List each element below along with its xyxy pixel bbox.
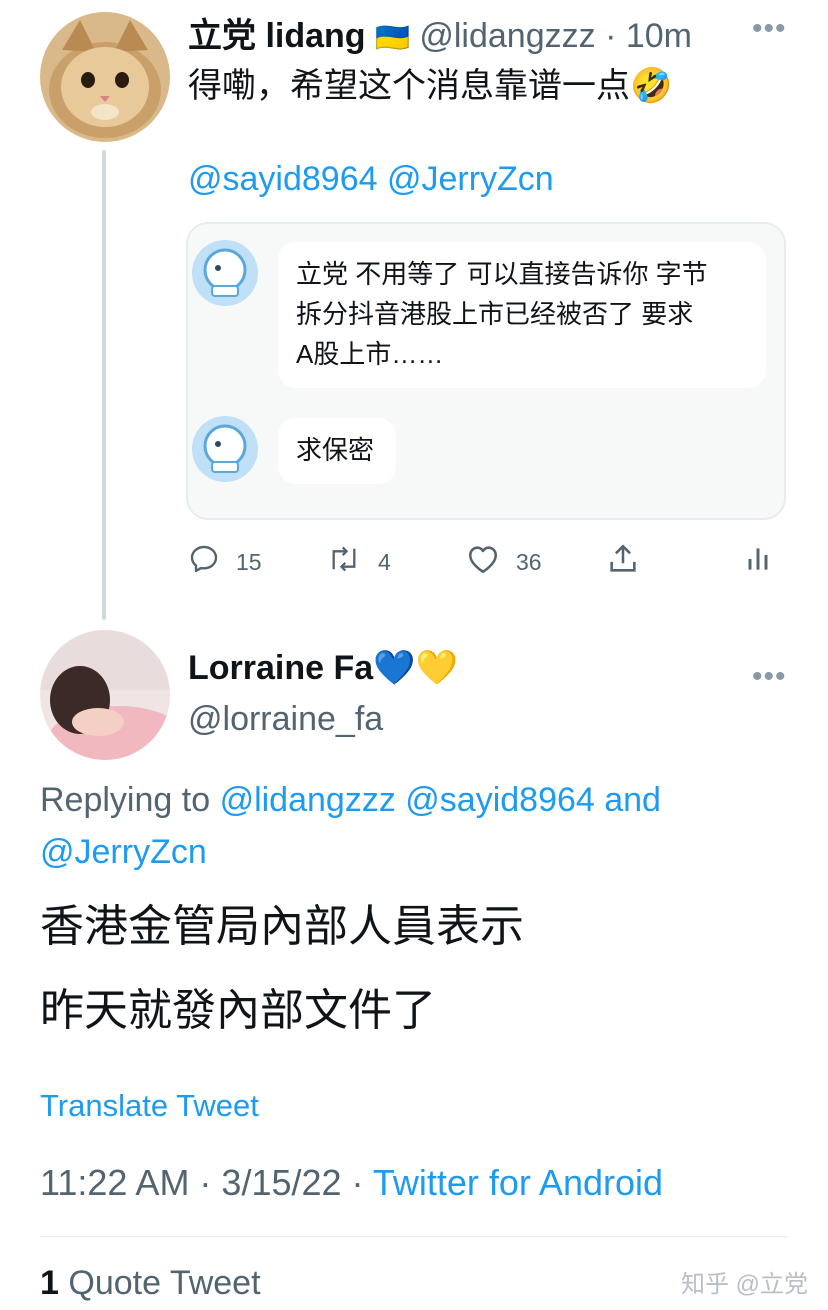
quote-label: Quote Tweet xyxy=(68,1264,261,1302)
replying-to: Replying to @lidangzzz @sayid8964 and @J… xyxy=(40,774,800,878)
author-handle[interactable]: @lorraine_fa xyxy=(188,700,383,739)
retweet-icon xyxy=(326,543,362,581)
quote-tweets-link[interactable]: 1 Quote Tweet xyxy=(40,1264,261,1303)
tweet-time: · 10m xyxy=(605,17,692,55)
author-name[interactable]: 立党 lidang xyxy=(188,17,366,55)
heart-icon xyxy=(466,543,500,581)
analytics-button[interactable] xyxy=(744,540,772,584)
retweet-button[interactable]: 4 xyxy=(326,540,391,584)
tweet2-text-line: 昨天就發內部文件了 xyxy=(40,986,436,1035)
dm-line: 拆分抖音港股上市已经被否了 要求 xyxy=(296,299,694,329)
reply-count: 15 xyxy=(236,548,262,575)
tweet2-text-line: 香港金管局內部人員表示 xyxy=(40,902,524,951)
watermark: 知乎 @立党 xyxy=(680,1271,808,1298)
like-button[interactable]: 36 xyxy=(466,540,542,584)
dm-avatar-icon xyxy=(192,240,258,306)
share-button[interactable] xyxy=(606,540,640,584)
more-options-icon[interactable]: ••• xyxy=(752,660,787,694)
reply-button[interactable]: 15 xyxy=(188,540,262,584)
dm-line: 求保密 xyxy=(296,435,375,465)
lidang-avatar[interactable] xyxy=(40,12,170,142)
more-options-icon[interactable]: ••• xyxy=(752,12,787,46)
like-count: 36 xyxy=(516,548,542,575)
author-handle[interactable]: @lidangzzz xyxy=(419,17,595,55)
reply-icon xyxy=(188,543,220,581)
tweet-meta: 11:22 AM · 3/15/22 · Twitter for Android xyxy=(40,1162,663,1204)
lorraine-avatar[interactable] xyxy=(40,630,170,760)
ukraine-flag-icon: 🇺🇦 xyxy=(375,22,410,53)
dm-bubble-1: 立党 不用等了 可以直接告诉你 字节 拆分抖音港股上市已经被否了 要求 A股上市… xyxy=(278,242,766,388)
tweet1-header: 立党 lidang 🇺🇦 @lidangzzz · 10m xyxy=(188,8,692,57)
retweet-count: 4 xyxy=(378,548,391,575)
tweet1-mentions[interactable]: @sayid8964 @JerryZcn xyxy=(188,160,554,199)
replying-prefix: Replying to xyxy=(40,781,211,819)
analytics-icon xyxy=(744,543,772,581)
translate-tweet-link[interactable]: Translate Tweet xyxy=(40,1088,259,1124)
dm-line: 立党 不用等了 可以直接告诉你 字节 xyxy=(296,259,708,289)
tweet2-author-row: Lorraine Fa💙💛 xyxy=(188,648,458,688)
thread-line xyxy=(102,150,106,620)
source-link[interactable]: Twitter for Android xyxy=(373,1162,663,1203)
share-icon xyxy=(606,542,640,582)
dm-line: A股上市…… xyxy=(296,339,444,369)
dm-avatar-icon xyxy=(192,416,258,482)
timestamp: 11:22 AM · 3/15/22 · xyxy=(40,1162,364,1203)
author-name[interactable]: Lorraine Fa xyxy=(188,649,373,687)
divider xyxy=(40,1236,788,1237)
tweet1-text: 得嘞，希望这个消息靠谱一点🤣 xyxy=(188,67,673,105)
heart-emoji-icon: 💙💛 xyxy=(373,649,458,687)
quote-count: 1 xyxy=(40,1264,59,1302)
dm-bubble-2: 求保密 xyxy=(278,418,396,484)
